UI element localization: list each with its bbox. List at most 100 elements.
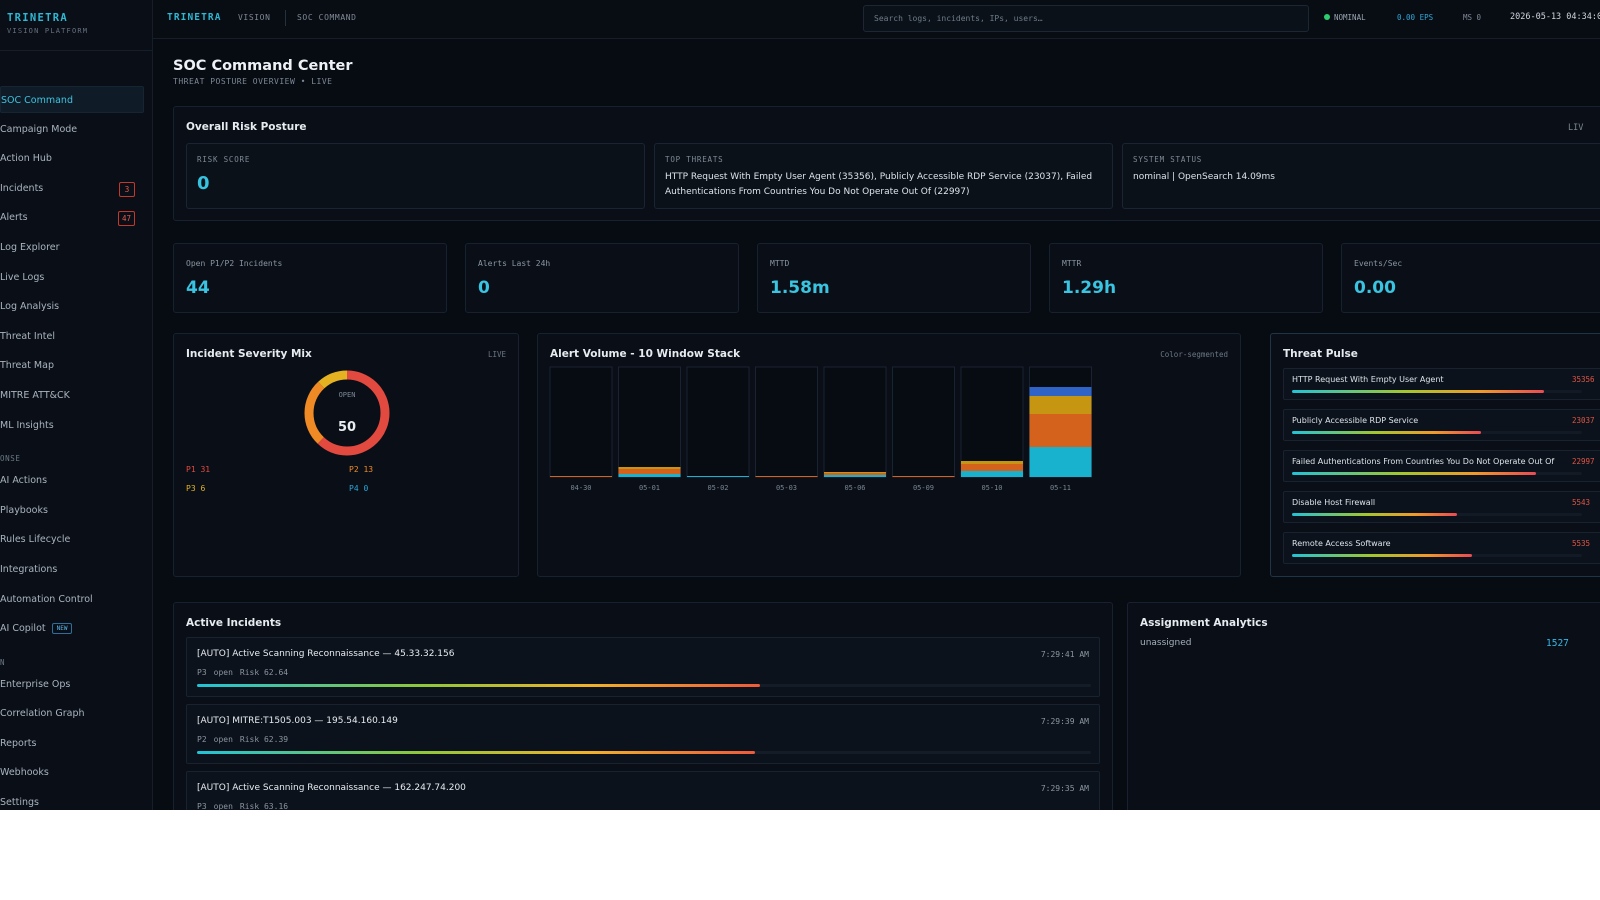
bar-segment[interactable] bbox=[892, 476, 955, 477]
sidebar-item-threat-intel[interactable]: Threat Intel bbox=[0, 323, 152, 353]
incident-risk: Risk 62.64 bbox=[239, 668, 289, 677]
sidebar-item-log-explorer[interactable]: Log Explorer bbox=[0, 234, 152, 264]
kpi-card-mttd[interactable]: MTTD 1.58m bbox=[757, 243, 1031, 313]
kpi-value: 44 bbox=[186, 278, 210, 298]
sidebar-item-incidents[interactable]: Incidents 3 bbox=[0, 175, 152, 205]
sidebar-item-rules-lifecycle[interactable]: Rules Lifecycle bbox=[0, 526, 152, 556]
kpi-card-mttr[interactable]: MTTR 1.29h bbox=[1049, 243, 1323, 313]
live-badge: LIV bbox=[1568, 123, 1584, 133]
donut-center-value: 50 bbox=[338, 420, 356, 435]
top-bar: TRINETRA VISION SOC COMMAND NOMINAL 0.00… bbox=[153, 0, 1600, 39]
threat-name: Disable Host Firewall bbox=[1292, 498, 1376, 507]
incident-meta: P3 open Risk 63.16 bbox=[197, 802, 295, 810]
topbar-brand[interactable]: TRINETRA bbox=[167, 12, 222, 23]
bar-segment[interactable] bbox=[618, 467, 681, 469]
risk-bar-fill bbox=[197, 684, 761, 687]
top-threats-card: TOP THREATS HTTP Request With Empty User… bbox=[654, 143, 1113, 209]
sidebar-item-soc-command[interactable]: SOC Command bbox=[0, 86, 144, 113]
system-status-card: SYSTEM STATUS nominal | OpenSearch 14.09… bbox=[1122, 143, 1600, 209]
bar-segment[interactable] bbox=[824, 475, 886, 477]
top-threats-label: TOP THREATS bbox=[665, 155, 724, 164]
bar-segment[interactable] bbox=[961, 464, 1023, 471]
system-status-value: nominal | OpenSearch 14.09ms bbox=[1133, 172, 1275, 182]
sidebar-item-enterprise-ops[interactable]: Enterprise Ops bbox=[0, 671, 152, 701]
alert-volume-chart: 04-30 05-01 05-02 05-03 05-06 05-09 05-10 05-11 bbox=[549, 366, 1092, 492]
threat-pulse-item[interactable]: Remote Access Software 5535 bbox=[1283, 532, 1600, 564]
threat-pulse-item[interactable]: Publicly Accessible RDP Service 23037 bbox=[1283, 409, 1600, 441]
threat-pulse-item[interactable]: HTTP Request With Empty User Agent 35356 bbox=[1283, 368, 1600, 400]
assignment-value[interactable]: 1527 bbox=[1546, 638, 1569, 649]
legend-p2: P2 13 bbox=[349, 465, 374, 474]
kpi-card-open-incidents[interactable]: Open P1/P2 Incidents 44 bbox=[173, 243, 447, 313]
bar-segment[interactable] bbox=[824, 472, 886, 473]
kpi-label: MTTD bbox=[770, 259, 790, 268]
bar-segment[interactable] bbox=[687, 476, 749, 477]
live-badge: LIVE bbox=[487, 350, 506, 359]
incident-row[interactable]: [AUTO] Active Scanning Reconnaissance — … bbox=[186, 637, 1100, 697]
x-tick-label: 05-03 bbox=[776, 484, 797, 492]
sidebar-item-ai-copilot[interactable]: AI Copilot NEW bbox=[0, 615, 152, 645]
sidebar-item-webhooks[interactable]: Webhooks bbox=[0, 759, 152, 789]
page-subtitle: THREAT POSTURE OVERVIEW • LIVE bbox=[173, 77, 333, 86]
sidebar-item-label: Threat Map bbox=[0, 360, 54, 372]
threat-bar-fill bbox=[1292, 431, 1481, 434]
brand-logo[interactable]: TRINETRA VISION PLATFORM bbox=[7, 12, 88, 35]
bar-segment[interactable] bbox=[1029, 414, 1092, 447]
bar-segment[interactable] bbox=[961, 461, 1023, 464]
risk-bar-fill bbox=[197, 751, 755, 754]
sidebar-item-label: Incidents bbox=[0, 182, 44, 194]
bar-segment[interactable] bbox=[550, 476, 612, 477]
incident-row[interactable]: [AUTO] Active Scanning Reconnaissance — … bbox=[186, 771, 1100, 810]
sidebar-item-correlation-graph[interactable]: Correlation Graph bbox=[0, 700, 152, 730]
sidebar-item-label: Automation Control bbox=[0, 593, 93, 605]
bar-segment[interactable] bbox=[824, 473, 886, 475]
search-input[interactable] bbox=[863, 5, 1309, 32]
sidebar-item-reports[interactable]: Reports bbox=[0, 730, 152, 760]
bar-segment[interactable] bbox=[755, 476, 818, 477]
sidebar-item-integrations[interactable]: Integrations bbox=[0, 556, 152, 586]
sidebar-item-threat-map[interactable]: Threat Map bbox=[0, 352, 152, 382]
x-tick-label: 05-11 bbox=[1050, 484, 1071, 492]
count-badge: 3 bbox=[119, 181, 135, 197]
kpi-card-alerts[interactable]: Alerts Last 24h 0 bbox=[465, 243, 739, 313]
threat-pulse-item[interactable]: Disable Host Firewall 5543 bbox=[1283, 491, 1600, 523]
assignment-label: unassigned bbox=[1140, 638, 1192, 648]
latency-readout: MS 0 bbox=[1463, 13, 1482, 22]
bar-segment[interactable] bbox=[1029, 396, 1092, 414]
sidebar-item-action-hub[interactable]: Action Hub bbox=[0, 145, 152, 175]
sidebar-item-label: AI Copilot bbox=[0, 623, 46, 635]
sidebar-item-live-logs[interactable]: Live Logs bbox=[0, 264, 152, 294]
kpi-label: MTTR bbox=[1062, 259, 1082, 268]
incident-priority: P3 bbox=[197, 668, 207, 677]
sidebar-item-campaign-mode[interactable]: Campaign Mode bbox=[0, 116, 152, 146]
sidebar-item-label: Playbooks bbox=[0, 504, 48, 516]
bar-segment[interactable] bbox=[1029, 387, 1092, 396]
sidebar-item-automation-control[interactable]: Automation Control bbox=[0, 586, 152, 616]
kpi-label: Events/Sec bbox=[1354, 259, 1403, 268]
incident-risk: Risk 62.39 bbox=[239, 735, 289, 744]
panel-title: Overall Risk Posture bbox=[186, 121, 307, 133]
sidebar-item-ai-actions[interactable]: AI Actions bbox=[0, 467, 152, 497]
sidebar-item-label: Live Logs bbox=[0, 271, 45, 283]
sidebar-item-playbooks[interactable]: Playbooks bbox=[0, 497, 152, 527]
divider bbox=[285, 10, 286, 26]
x-tick-label: 05-06 bbox=[844, 484, 865, 492]
threat-pulse-item[interactable]: Failed Authentications From Countries Yo… bbox=[1283, 450, 1600, 482]
bar-segment[interactable] bbox=[618, 474, 681, 477]
new-badge: NEW bbox=[51, 623, 73, 635]
bar-segment[interactable] bbox=[1029, 447, 1092, 477]
legend-p1: P1 31 bbox=[186, 465, 211, 474]
incident-priority: P2 bbox=[197, 735, 207, 744]
sidebar-item-alerts[interactable]: Alerts 47 bbox=[0, 204, 152, 234]
bar-segment[interactable] bbox=[961, 471, 1023, 477]
panel-title: Incident Severity Mix bbox=[186, 348, 312, 360]
sidebar-item-log-analysis[interactable]: Log Analysis bbox=[0, 293, 152, 323]
sidebar-item-ml-insights[interactable]: ML Insights bbox=[0, 412, 152, 442]
bar-segment[interactable] bbox=[618, 469, 681, 474]
sidebar-item-label: ML Insights bbox=[0, 419, 54, 431]
x-tick-label: 05-09 bbox=[913, 484, 934, 492]
sidebar-item-mitre-att-ck[interactable]: MITRE ATT&CK bbox=[0, 382, 152, 412]
kpi-card-eps[interactable]: Events/Sec 0.00 bbox=[1341, 243, 1600, 313]
incident-row[interactable]: [AUTO] MITRE:T1505.003 — 195.54.160.149 7… bbox=[186, 704, 1100, 764]
sidebar-item-settings[interactable]: Settings bbox=[0, 789, 152, 810]
